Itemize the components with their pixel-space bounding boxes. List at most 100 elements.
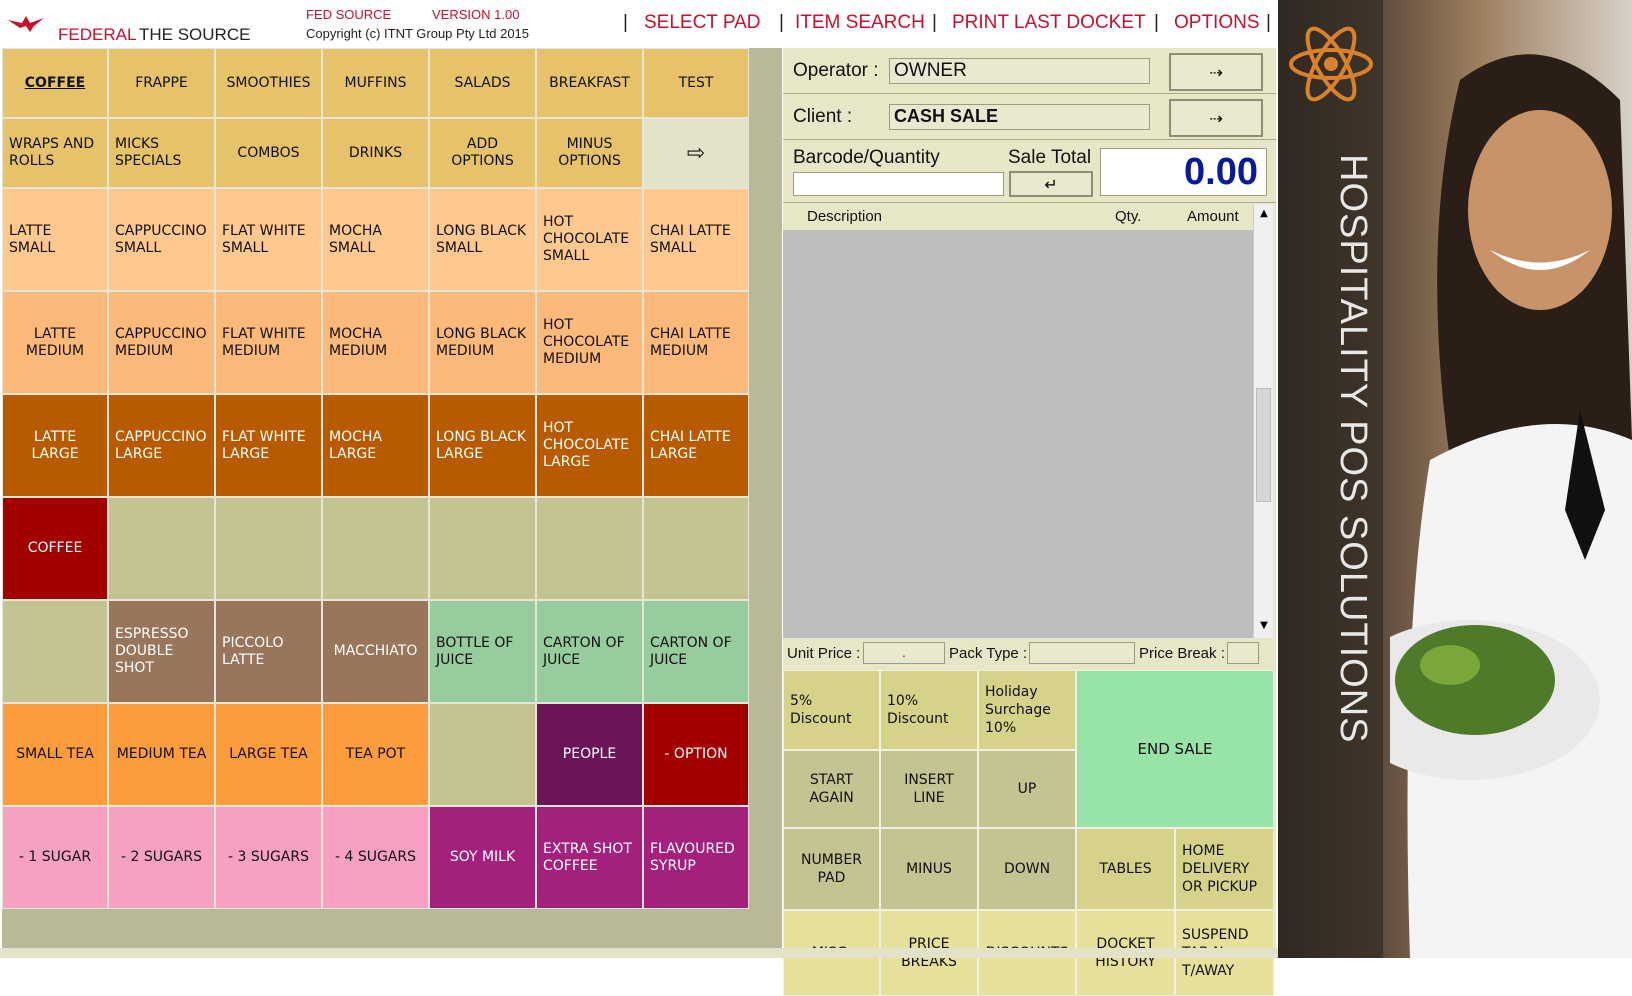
pad-empty: [643, 497, 749, 600]
pad-coffee[interactable]: COFFEE: [2, 497, 108, 600]
next-page-arrow-icon[interactable]: ⇨: [643, 118, 749, 188]
pad-latte-medium[interactable]: LATTE MEDIUM: [2, 291, 108, 394]
pad-carton-of-juice[interactable]: CARTON OF JUICE: [536, 600, 643, 703]
operator-field[interactable]: OWNER: [889, 58, 1150, 84]
insert-line-button[interactable]: INSERT LINE: [880, 750, 978, 828]
end-sale-button[interactable]: END SALE: [1076, 670, 1274, 828]
up-button[interactable]: UP: [978, 750, 1076, 828]
divider: [783, 202, 1276, 203]
number-pad-button[interactable]: NUMBER PAD: [783, 828, 880, 910]
pad-bottle-of-juice[interactable]: BOTTLE OF JUICE: [429, 600, 536, 703]
brand-the-source: THE SOURCE: [139, 25, 251, 44]
pad-drinks[interactable]: DRINKS: [322, 118, 429, 188]
barcode-input[interactable]: [793, 172, 1004, 196]
home-delivery-button[interactable]: HOME DELIVERY OR PICKUP: [1175, 828, 1274, 910]
pad-flat-white-medium[interactable]: FLAT WHITE MEDIUM: [215, 291, 322, 394]
pad-soy-milk[interactable]: SOY MILK: [429, 806, 536, 909]
pad-extra-shot-coffee[interactable]: EXTRA SHOT COFFEE: [536, 806, 643, 909]
pad-2-sugars[interactable]: - 2 SUGARS: [108, 806, 215, 909]
pad-empty: [429, 703, 536, 806]
promo-banner: HOSPITALITY POS SOLUTIONS: [1278, 0, 1632, 958]
pad-wraps-and-rolls[interactable]: WRAPS AND ROLLS: [2, 118, 108, 188]
pad-latte-large[interactable]: LATTE LARGE: [2, 394, 108, 497]
pad-minus-options[interactable]: MINUS OPTIONS: [536, 118, 643, 188]
pad-espresso-double-shot[interactable]: ESPRESSO DOUBLE SHOT: [108, 600, 215, 703]
version-label: VERSION 1.00: [432, 7, 520, 22]
pack-type-label: Pack Type :: [949, 645, 1028, 662]
sale-items-list[interactable]: [783, 230, 1253, 638]
pad-mocha-large[interactable]: MOCHA LARGE: [322, 394, 429, 497]
pad-cappuccino-medium[interactable]: CAPPUCCINO MEDIUM: [108, 291, 215, 394]
pad-breakfast[interactable]: BREAKFAST: [536, 48, 643, 118]
pad-piccolo-latte[interactable]: PICCOLO LATTE: [215, 600, 322, 703]
pad-long-black-small[interactable]: LONG BLACK SMALL: [429, 188, 536, 291]
list-scrollbar[interactable]: ▲ ▼: [1253, 204, 1273, 638]
scroll-down-icon[interactable]: ▼: [1256, 618, 1272, 634]
pad-carton-of-juice[interactable]: CARTON OF JUICE: [643, 600, 749, 703]
scrollbar-thumb[interactable]: [1256, 388, 1271, 502]
pad-micks-specials[interactable]: MICKS SPECIALS: [108, 118, 215, 188]
brand-federal: FEDERAL: [58, 25, 137, 44]
pad-small-tea[interactable]: SMALL TEA: [2, 703, 108, 806]
pad-add-options[interactable]: ADD OPTIONS: [429, 118, 536, 188]
pad-coffee[interactable]: COFFEE: [2, 48, 108, 118]
pad-large-tea[interactable]: LARGE TEA: [215, 703, 322, 806]
pad-cappuccino-small[interactable]: CAPPUCCINO SMALL: [108, 188, 215, 291]
client-label: Client :: [793, 106, 853, 127]
pad-flavoured-syrup[interactable]: FLAVOURED SYRUP: [643, 806, 749, 909]
pad-4-sugars[interactable]: - 4 SUGARS: [322, 806, 429, 909]
pad-muffins[interactable]: MUFFINS: [322, 48, 429, 118]
pad-option[interactable]: - OPTION: [643, 703, 749, 806]
enter-button[interactable]: ↵: [1009, 171, 1093, 197]
down-button[interactable]: DOWN: [978, 828, 1076, 910]
divider: [783, 93, 1276, 94]
discount-10-button[interactable]: 10% Discount: [880, 670, 978, 750]
pad-hot-chocolate-medium[interactable]: HOT CHOCOLATE MEDIUM: [536, 291, 643, 394]
divider: [783, 139, 1276, 140]
minus-button[interactable]: MINUS: [880, 828, 978, 910]
pad-tea-pot[interactable]: TEA POT: [322, 703, 429, 806]
pad-frappe[interactable]: FRAPPE: [108, 48, 215, 118]
pad-macchiato[interactable]: MACCHIATO: [322, 600, 429, 703]
scroll-up-icon[interactable]: ▲: [1256, 206, 1272, 222]
col-amount: Amount: [1187, 208, 1239, 225]
barcode-label: Barcode/Quantity: [793, 147, 940, 168]
pad-cappuccino-large[interactable]: CAPPUCCINO LARGE: [108, 394, 215, 497]
pad-hot-chocolate-small[interactable]: HOT CHOCOLATE SMALL: [536, 188, 643, 291]
pad-3-sugars[interactable]: - 3 SUGARS: [215, 806, 322, 909]
pad-chai-latte-large[interactable]: CHAI LATTE LARGE: [643, 394, 749, 497]
menu-select-pad[interactable]: SELECT PAD: [644, 12, 761, 34]
pad-chai-latte-small[interactable]: CHAI LATTE SMALL: [643, 188, 749, 291]
holiday-surcharge-button[interactable]: Holiday Surchage 10%: [978, 670, 1076, 750]
client-select-button[interactable]: ⇢: [1169, 99, 1263, 137]
operator-label: Operator :: [793, 60, 879, 81]
menu-item-search[interactable]: ITEM SEARCH: [795, 12, 925, 34]
pad-hot-chocolate-large[interactable]: HOT CHOCOLATE LARGE: [536, 394, 643, 497]
pad-mocha-medium[interactable]: MOCHA MEDIUM: [322, 291, 429, 394]
pad-salads[interactable]: SALADS: [429, 48, 536, 118]
pad-people[interactable]: PEOPLE: [536, 703, 643, 806]
pad-test[interactable]: TEST: [643, 48, 749, 118]
pad-empty: [429, 497, 536, 600]
pad-long-black-large[interactable]: LONG BLACK LARGE: [429, 394, 536, 497]
pad-chai-latte-medium[interactable]: CHAI LATTE MEDIUM: [643, 291, 749, 394]
menu-print-last-docket[interactable]: PRINT LAST DOCKET: [952, 12, 1146, 34]
pad-flat-white-large[interactable]: FLAT WHITE LARGE: [215, 394, 322, 497]
pad-flat-white-small[interactable]: FLAT WHITE SMALL: [215, 188, 322, 291]
pad-smoothies[interactable]: SMOOTHIES: [215, 48, 322, 118]
sale-total-label: Sale Total: [1008, 147, 1092, 168]
menu-options[interactable]: OPTIONS: [1174, 12, 1260, 34]
discount-5-button[interactable]: 5% Discount: [783, 670, 880, 750]
start-again-button[interactable]: START AGAIN: [783, 750, 880, 828]
tables-button[interactable]: TABLES: [1076, 828, 1175, 910]
pad-combos[interactable]: COMBOS: [215, 118, 322, 188]
client-field[interactable]: CASH SALE: [889, 104, 1150, 130]
pad-long-black-medium[interactable]: LONG BLACK MEDIUM: [429, 291, 536, 394]
operator-select-button[interactable]: ⇢: [1169, 53, 1263, 91]
pad-1-sugar[interactable]: - 1 SUGAR: [2, 806, 108, 909]
unit-price-field: .: [863, 642, 945, 664]
pad-medium-tea[interactable]: MEDIUM TEA: [108, 703, 215, 806]
pad-empty: [322, 497, 429, 600]
pad-latte-small[interactable]: LATTE SMALL: [2, 188, 108, 291]
pad-mocha-small[interactable]: MOCHA SMALL: [322, 188, 429, 291]
